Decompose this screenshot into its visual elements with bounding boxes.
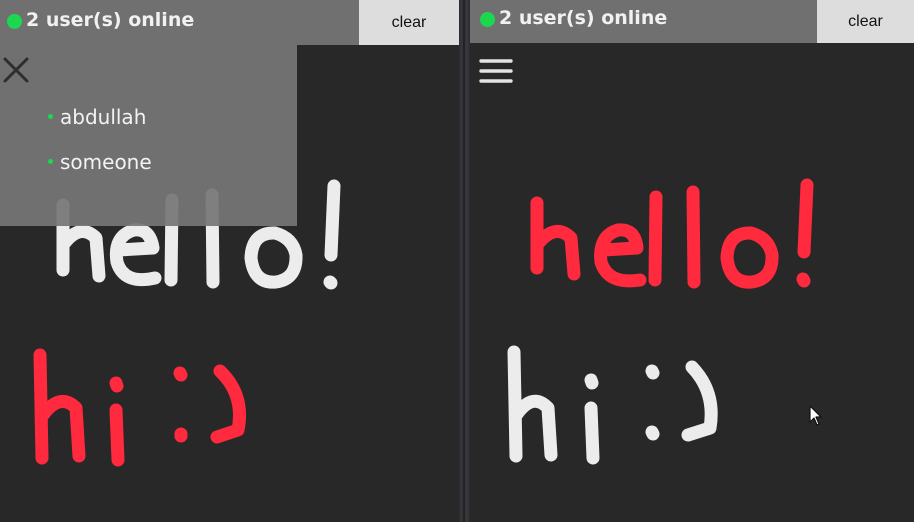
left-drawing-window: 2 user(s) online clear abdullah someone xyxy=(0,0,459,522)
hi-smiley-drawing xyxy=(507,345,718,465)
right-drawing-window: 2 user(s) online clear xyxy=(470,0,914,522)
online-dot-icon xyxy=(7,14,22,29)
user-name: someone xyxy=(60,149,152,174)
online-dot-icon xyxy=(480,12,495,27)
online-dot-icon xyxy=(48,159,53,164)
online-users-count: 2 user(s) online xyxy=(26,9,195,31)
user-list-item: someone xyxy=(48,139,152,184)
online-dot-icon xyxy=(48,114,53,119)
user-list-item: abdullah xyxy=(48,94,152,139)
clear-button[interactable]: clear xyxy=(359,0,459,45)
drawing-canvas[interactable] xyxy=(470,0,914,522)
clear-button[interactable]: clear xyxy=(817,0,914,43)
hamburger-menu-icon[interactable] xyxy=(479,58,513,84)
hello-drawing xyxy=(530,178,814,289)
hi-smiley-drawing xyxy=(33,348,247,467)
user-list: abdullah someone xyxy=(48,94,152,184)
online-users-panel: abdullah someone xyxy=(0,45,297,226)
close-icon[interactable] xyxy=(2,56,30,84)
user-name: abdullah xyxy=(60,104,147,129)
mouse-pointer-icon xyxy=(809,405,822,426)
online-users-count: 2 user(s) online xyxy=(499,7,668,29)
window-divider xyxy=(459,0,470,522)
